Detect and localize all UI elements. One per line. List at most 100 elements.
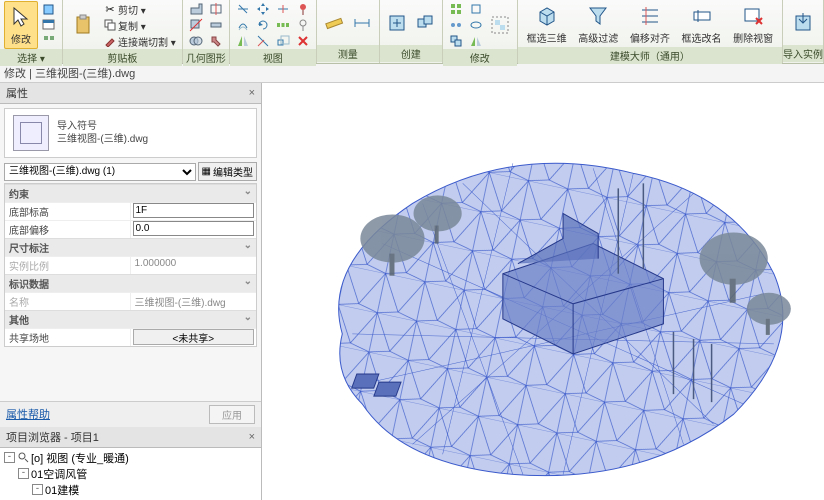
apply-button[interactable]: 应用 [209, 405, 255, 424]
copy3-button[interactable] [447, 33, 465, 49]
ribbon-group-label: 创建 [380, 45, 442, 62]
import-icon [790, 10, 816, 36]
close-icon[interactable]: × [249, 431, 255, 443]
trim-button[interactable] [254, 33, 272, 49]
close-icon[interactable]: × [249, 87, 255, 99]
cut-geom-icon [189, 18, 203, 32]
edit-type-button[interactable]: ▦编辑类型 [198, 162, 257, 181]
dimension-button[interactable] [349, 11, 375, 35]
wall-join-button[interactable] [207, 17, 225, 33]
ribbon: 修改 选择 ▾ ✂剪切 ▾ 复制 ▾ 连接端切割 ▾ 剪贴板 [0, 0, 824, 64]
demolish-button[interactable] [207, 33, 225, 49]
measure-button[interactable] [321, 11, 347, 35]
unpin-button[interactable] [294, 17, 312, 33]
tree-node[interactable]: -[o] 视图 (专业_暖通) [4, 450, 257, 466]
group-icon [490, 15, 510, 35]
instance-selector[interactable]: 三维视图-(三维).dwg (1) [4, 163, 196, 181]
cope-button[interactable] [187, 1, 205, 17]
group-button[interactable] [487, 13, 513, 37]
scale-icon [276, 34, 290, 48]
split-face-button[interactable] [207, 1, 225, 17]
del-view-button[interactable]: 删除视窗 [730, 1, 776, 47]
edit-type-icon: ▦ [202, 166, 211, 177]
grid3d-button[interactable] [447, 1, 465, 17]
align-move-button[interactable]: 偏移对齐 [627, 1, 673, 47]
filter-button[interactable] [40, 17, 58, 33]
base-level-input[interactable] [133, 203, 255, 218]
mirror3d-button[interactable] [467, 33, 485, 49]
shared-site-button[interactable]: <未共享> [133, 329, 255, 345]
align3d-button[interactable] [467, 1, 485, 17]
import-inst-button[interactable] [787, 8, 819, 38]
brush-icon [103, 34, 117, 48]
context-tab-label: 修改 | 三维视图-(三维).dwg [4, 68, 135, 80]
prop-section-constraints[interactable]: 约束⌄ [5, 184, 256, 202]
model-viewport[interactable] [262, 83, 824, 500]
hammer-icon [209, 34, 223, 48]
plus-box-icon [387, 13, 407, 33]
scale-button[interactable] [274, 33, 292, 49]
ribbon-group-import: 导入实例 [783, 0, 824, 63]
copy-button[interactable]: 复制 ▾ [101, 17, 178, 33]
mirror-icon [236, 34, 250, 48]
adv-filter-button[interactable]: 高级过滤 [575, 1, 621, 47]
mirror-button[interactable] [234, 33, 252, 49]
tree-node[interactable]: -01建模 [4, 482, 257, 498]
properties-header[interactable]: 属性 × [0, 83, 261, 104]
offset-button[interactable] [234, 17, 252, 33]
ribbon-group-label: 建模大师（通用） [518, 47, 782, 64]
cube3d-icon [534, 3, 560, 29]
split-el-button[interactable] [274, 1, 292, 17]
properties-help-link[interactable]: 属性帮助 [6, 406, 50, 422]
modify-tool[interactable]: 修改 [4, 1, 38, 49]
type-selector-card[interactable]: 导入符号 三维视图-(三维).dwg [4, 108, 257, 158]
similar-button[interactable] [412, 11, 438, 35]
tree-toggle[interactable]: - [18, 468, 29, 479]
del-view-icon [740, 3, 766, 29]
ribbon-group-label: 修改 [443, 49, 517, 66]
prop-section-identity[interactable]: 标识数据⌄ [5, 274, 256, 292]
context-tab: 修改 | 三维视图-(三维).dwg [0, 64, 824, 83]
frame3d-button[interactable]: 框选三维 [524, 1, 570, 47]
ribbon-group-create: 创建 [380, 0, 443, 63]
join-geom-button[interactable] [187, 33, 205, 49]
cut-geom-button[interactable] [187, 17, 205, 33]
ruler-icon [324, 13, 344, 33]
move-button[interactable] [254, 1, 272, 17]
model-wireframe [262, 83, 824, 500]
tree-toggle[interactable]: - [4, 452, 15, 463]
pin-button[interactable] [294, 1, 312, 17]
tree-toggle[interactable]: - [32, 484, 43, 495]
rotate3d-button[interactable] [467, 17, 485, 33]
copy3-icon [449, 34, 463, 48]
rotate-button[interactable] [254, 17, 272, 33]
properties-grid: 约束⌄ 底部标高 底部偏移 尺寸标注⌄ 实例比例 1.000000 标识数据⌄ … [4, 183, 257, 347]
project-browser[interactable]: -[o] 视图 (专业_暖通)-01空调风管-01建模楼层平面: 暖通-二层空调… [0, 448, 261, 500]
cut-button[interactable]: ✂剪切 ▾ [101, 1, 178, 17]
join-icon [189, 34, 203, 48]
browser-header[interactable]: 项目浏览器 - 项目1 × [0, 427, 261, 448]
paste-button[interactable] [67, 10, 99, 40]
array3-button[interactable] [447, 17, 465, 33]
name-value: 三维视图-(三维).dwg [131, 293, 257, 310]
create-button[interactable] [384, 11, 410, 35]
base-offset-input[interactable] [133, 221, 255, 236]
align-icon [236, 2, 250, 16]
tree-node[interactable]: -01空调风管 [4, 466, 257, 482]
cube-icon [42, 2, 56, 16]
move-icon [256, 2, 270, 16]
prop-section-other[interactable]: 其他⌄ [5, 310, 256, 328]
align-move-icon [637, 3, 663, 29]
align3d-icon [469, 2, 483, 16]
frame-mod-button[interactable]: 框选改名 [679, 1, 725, 47]
array-button[interactable] [274, 17, 292, 33]
match-button[interactable]: 连接端切割 ▾ [101, 33, 178, 49]
option3-button[interactable] [40, 33, 58, 49]
prop-section-dim[interactable]: 尺寸标注⌄ [5, 238, 256, 256]
grid3d-icon [449, 2, 463, 16]
type-prop-button[interactable] [40, 1, 58, 17]
search-icon [17, 452, 29, 464]
align-button[interactable] [234, 1, 252, 17]
delete-button[interactable] [294, 33, 312, 49]
prop-row: 实例比例 1.000000 [5, 256, 256, 274]
